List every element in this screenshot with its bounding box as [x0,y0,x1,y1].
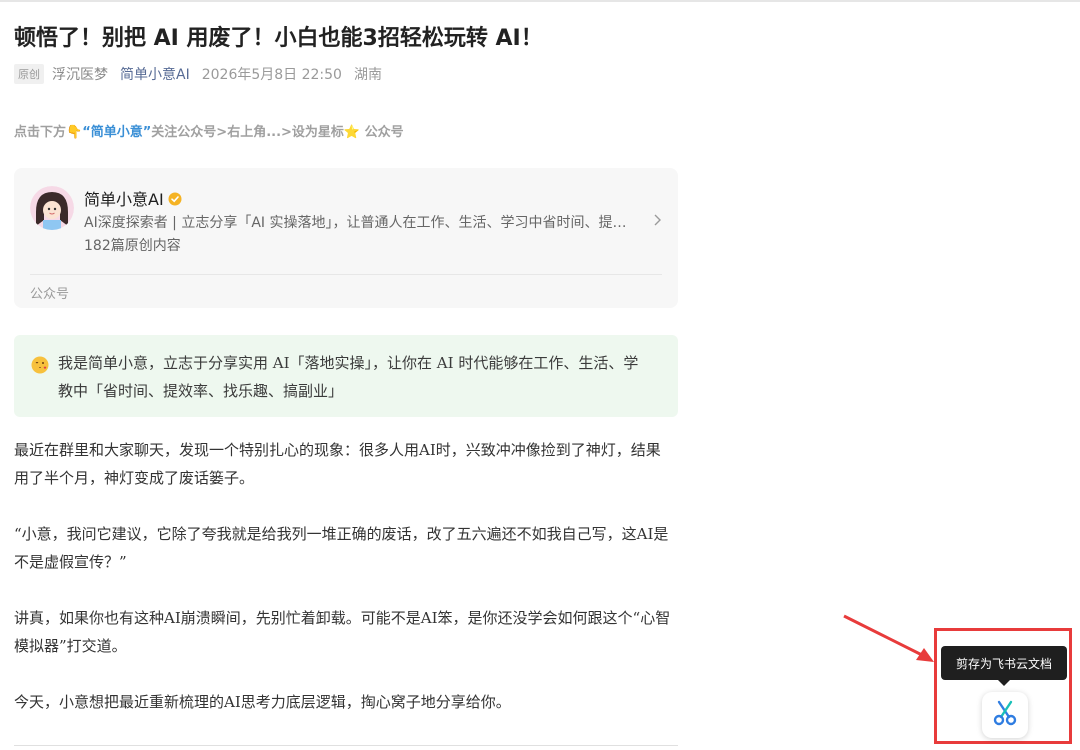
kiss-face-icon [31,356,49,374]
article-count: 182篇原创内容 [84,238,181,254]
follow-tip-prefix: 点击下方 [14,125,67,140]
follow-tip: 点击下方👇“简单小意”关注公众号>右上角...>设为星标⭐ 公众号 [14,121,404,140]
verified-icon [168,191,182,206]
account-name-text: 简单小意AI [84,190,164,209]
article-title: 顿悟了！别把 AI 用废了！小白也能3招轻松玩转 AI！ [14,26,543,51]
avatar [30,186,74,230]
paragraph-4: 今天，小意想把最近重新梳理的AI思考力底层逻辑，掏心窝子地分享给你。 [14,693,511,711]
follow-tip-steps: 关注公众号>右上角...>设为星标 [151,125,344,140]
intro-box: 我是简单小意，立志于分享实用 AI「落地实操」，让你在 AI 时代能够在工作、生… [14,335,678,417]
card-footer-label: 公众号 [30,287,70,302]
account-name: 简单小意AI [84,186,182,210]
account-card[interactable]: 简单小意AI AI深度探索者 | 立志分享「AI 实操落地」，让普通人在工作、生… [14,168,678,308]
original-badge: 原创 [14,64,44,84]
follow-tip-account: “简单小意” [82,125,152,140]
chevron-right-icon[interactable] [650,212,664,226]
annotation-arrow [843,614,934,662]
paragraph-2: “小意，我问它建议，它除了夸我就是给我列一堆正确的废话，改了五六遍还不如我自己写… [14,525,669,571]
card-divider [30,274,662,275]
paragraph-1: 最近在群里和大家聊天，发现一个特别扎心的现象：很多人用AI时，兴致冲冲像捡到了神… [14,441,661,487]
follow-tip-suffix: 公众号 [364,125,404,140]
star-icon: ⭐ [343,125,361,140]
article-meta: 原创 浮沉医梦 简单小意AI 2026年5月8日 22:50 湖南 [14,64,382,84]
clip-tooltip: 剪存为飞书云文档 [941,646,1067,680]
top-divider [0,0,1080,2]
tooltip-tail [998,680,1010,686]
account-link[interactable]: 简单小意AI [120,64,190,84]
publish-time: 2026年5月8日 22:50 [201,67,342,83]
paragraph-3: 讲真，如果你也有这种AI崩溃瞬间，先别忙着卸载。可能不是AI笨，是你还没学会如何… [14,609,671,655]
scissors-icon [990,698,1020,732]
account-description: AI深度探索者 | 立志分享「AI 实操落地」，让普通人在工作、生活、学习中省时… [84,215,640,231]
content-divider [14,745,678,746]
article-page: 顿悟了！别把 AI 用废了！小白也能3招轻松玩转 AI！ 原创 浮沉医梦 简单小… [0,0,1080,750]
intro-text: 我是简单小意，立志于分享实用 AI「落地实操」，让你在 AI 时代能够在工作、生… [58,354,639,400]
pointing-down-icon: 👇 [66,125,83,140]
clip-to-doc-button[interactable] [982,692,1028,738]
author-name: 浮沉医梦 [52,67,108,83]
publish-location: 湖南 [353,67,382,83]
